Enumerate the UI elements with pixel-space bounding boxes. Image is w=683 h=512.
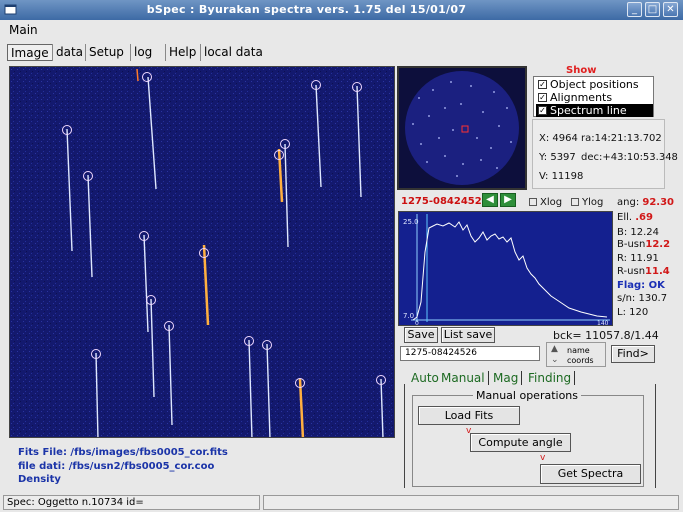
spectrum-line-checkbox[interactable]: ✓ Spectrum line: [536, 104, 653, 117]
tab-auto[interactable]: Auto: [411, 371, 439, 385]
tab-mag[interactable]: Mag: [493, 371, 523, 385]
check-icon: ✓: [538, 80, 547, 89]
panel-divider-right: [655, 384, 656, 488]
spectrum-plot-canvas: 25.0 7.0 0 140: [403, 214, 610, 325]
x-axis-min: 0: [415, 320, 419, 325]
spectrum-id: 1275-08424526: [401, 196, 489, 207]
tab-data[interactable]: data: [52, 44, 86, 61]
save-button[interactable]: Save: [404, 327, 438, 343]
tab-image[interactable]: Image: [7, 44, 53, 61]
menu-main[interactable]: Main: [9, 23, 38, 37]
length-stat: L: 120: [617, 307, 649, 318]
get-spectra-button[interactable]: Get Spectra: [540, 464, 641, 484]
spectra-image-view[interactable]: [9, 66, 395, 438]
check-icon: ✓: [538, 106, 547, 115]
manual-operations-title: Manual operations: [473, 389, 582, 402]
spectrum-plot[interactable]: 25.0 7.0 0 140: [398, 211, 613, 326]
coord-v: V: 11198: [539, 171, 584, 182]
title-bar[interactable]: bSpec : Byurakan spectra vers. 1.75 del …: [0, 0, 683, 20]
spectra-image: [10, 67, 394, 437]
object-positions-label: Object positions: [550, 78, 639, 91]
find-button[interactable]: Find>: [611, 345, 655, 363]
tab-finding[interactable]: Finding: [528, 371, 576, 385]
r-mag-stat: R: 11.91: [617, 253, 659, 264]
coord-dec: dec:+43:10:53.348: [581, 152, 678, 163]
alignments-label: Alignments: [550, 91, 613, 104]
xlog-checkbox[interactable]: Xlog: [529, 197, 562, 208]
show-options-list: ✓ Object positions ✓ Alignments ✓ Spectr…: [533, 76, 654, 117]
list-save-button[interactable]: List save: [441, 327, 495, 343]
ylog-checkbox[interactable]: Ylog: [571, 197, 603, 208]
alignments-checkbox[interactable]: ✓ Alignments: [536, 91, 653, 104]
maximize-icon[interactable]: □: [645, 2, 660, 17]
data-file-label: file dati: /fbs/usn2/fbs0005_cor.coo: [18, 461, 215, 472]
tab-setup[interactable]: Setup: [85, 44, 127, 61]
minimize-icon[interactable]: _: [627, 2, 642, 17]
sort-toggle[interactable]: ▲ name ⌄ coords: [546, 342, 606, 367]
show-title: Show: [566, 65, 597, 76]
sort-coords-label: coords: [567, 356, 594, 365]
arrow-right-icon[interactable]: ▶: [500, 193, 516, 207]
ylog-label: Ylog: [582, 197, 604, 208]
density-label: Density: [18, 474, 61, 485]
step-marker: v: [540, 453, 546, 463]
background-value: bck= 11057.8/1.44: [553, 329, 659, 342]
chevron-down-icon: ⌄: [551, 355, 559, 365]
tab-help[interactable]: Help: [165, 44, 199, 61]
b-usn-stat: B-usn12.2: [617, 239, 671, 250]
arrow-left-icon[interactable]: ◀: [482, 193, 498, 207]
plate-overview: [405, 71, 519, 185]
ellipticity-stat: Ell. .69: [617, 212, 653, 223]
x-axis-max: 140: [597, 320, 609, 325]
check-icon: ✓: [538, 93, 547, 102]
sn-stat: s/n: 130.7: [617, 293, 668, 304]
y-axis-min: 7.0: [403, 312, 414, 320]
tab-manual[interactable]: Manual: [441, 371, 489, 385]
object-positions-checkbox[interactable]: ✓ Object positions: [536, 78, 653, 91]
triangle-up-icon: ▲: [551, 344, 558, 354]
spectrum-line-label: Spectrum line: [550, 104, 627, 117]
fits-file-label: Fits File: /fbs/images/fbs0005_cor.fits: [18, 447, 228, 458]
close-icon[interactable]: ✕: [663, 2, 678, 17]
status-bar: Spec: Oggetto n.10734 id=: [3, 495, 260, 510]
window-title: bSpec : Byurakan spectra vers. 1.75 del …: [146, 3, 467, 16]
coord-ra: ra:14:21:13.702: [581, 133, 662, 144]
load-fits-button[interactable]: Load Fits: [418, 406, 520, 425]
xlog-label: Xlog: [540, 197, 563, 208]
sort-name-label: name: [567, 346, 590, 355]
coord-y: Y: 5397: [539, 152, 576, 163]
y-axis-max: 25.0: [403, 218, 419, 226]
tab-log[interactable]: log: [130, 44, 155, 61]
object-id-input[interactable]: 1275-08424526: [400, 346, 540, 361]
flag-stat: Flag: OK: [617, 280, 665, 291]
coordinates-panel: X: 4964 ra:14:21:13.702 Y: 5397 dec:+43:…: [532, 119, 678, 189]
menu-bar: Main: [0, 20, 683, 42]
status-bar-secondary: [263, 495, 679, 510]
app-window: bSpec : Byurakan spectra vers. 1.75 del …: [0, 0, 683, 512]
compute-angle-button[interactable]: Compute angle: [470, 433, 571, 452]
coord-x: X: 4964: [539, 133, 578, 144]
r-usn-stat: R-usn11.4: [617, 266, 670, 277]
angle-stat: ang: 92.30: [617, 197, 675, 208]
panel-divider-left: [404, 384, 405, 488]
b-mag-stat: B: 12.24: [617, 227, 660, 238]
plate-thumbnail[interactable]: [397, 66, 527, 190]
tab-local-data[interactable]: local data: [200, 44, 266, 61]
